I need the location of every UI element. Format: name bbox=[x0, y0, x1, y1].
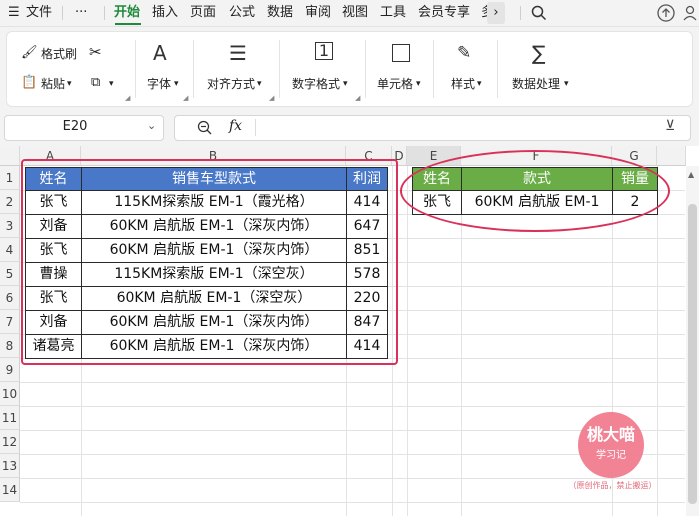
gridline bbox=[657, 166, 658, 516]
tab-data[interactable]: 数据 bbox=[267, 4, 293, 21]
ribbon-divider bbox=[279, 40, 280, 98]
gridline bbox=[20, 382, 685, 383]
zoom-icon[interactable] bbox=[197, 120, 213, 136]
gridline bbox=[407, 166, 408, 516]
row-header[interactable]: 8 bbox=[0, 334, 20, 358]
row-header[interactable]: 14 bbox=[0, 478, 20, 502]
gridline bbox=[20, 478, 685, 479]
formula-divider bbox=[255, 119, 256, 136]
user-icon[interactable] bbox=[683, 5, 697, 21]
row-header[interactable]: 12 bbox=[0, 430, 20, 454]
row-header[interactable]: 1 bbox=[0, 166, 20, 190]
paste-button[interactable]: 粘贴 bbox=[41, 77, 65, 91]
ribbon-divider bbox=[433, 40, 434, 98]
dialog-launcher-icon[interactable]: ◢ bbox=[125, 94, 130, 102]
format-painter-button[interactable]: 格式刷 bbox=[41, 47, 77, 61]
format-painter-icon[interactable]: 🖌 bbox=[21, 46, 38, 60]
sum-icon[interactable]: ∑ bbox=[532, 42, 545, 64]
align-icon[interactable]: ☰ bbox=[229, 42, 247, 64]
chevron-down-icon[interactable]: ▾ bbox=[564, 77, 569, 91]
menu-bar: ☰ 文件 ··· 开始 插入 页面 公式 数据 审阅 视图 工具 会员专享 多 … bbox=[0, 0, 699, 27]
align-button[interactable]: 对齐方式 bbox=[207, 77, 255, 91]
ribbon-panel: 🖌 格式刷 ✂ 📋 粘贴 ▾ ⧉ ▾ ◢ A 字体 ▾ ◢ ☰ 对齐方式 ▾ ◢… bbox=[6, 31, 693, 107]
chevron-down-icon[interactable]: ▾ bbox=[416, 77, 421, 91]
cut-icon[interactable]: ✂ bbox=[89, 45, 102, 60]
chevron-down-icon[interactable]: ▾ bbox=[343, 77, 348, 91]
row-header[interactable]: 9 bbox=[0, 358, 20, 382]
chevron-down-icon[interactable]: ▾ bbox=[109, 77, 114, 91]
expand-formula-icon[interactable]: ⊻ bbox=[665, 118, 675, 134]
tab-tools[interactable]: 工具 bbox=[380, 4, 406, 21]
menu-divider bbox=[520, 6, 521, 20]
paste-icon[interactable]: 📋 bbox=[21, 76, 37, 90]
tab-insert[interactable]: 插入 bbox=[152, 4, 178, 21]
formula-input[interactable]: fx ⊻ bbox=[174, 115, 691, 141]
scrollbar-thumb[interactable] bbox=[688, 204, 697, 504]
row-header[interactable]: 3 bbox=[0, 214, 20, 238]
scroll-up-icon[interactable]: ▲ bbox=[688, 170, 694, 179]
chevron-down-icon[interactable]: ▾ bbox=[477, 77, 482, 91]
number-format-icon[interactable]: 1 bbox=[315, 42, 333, 60]
dialog-launcher-icon[interactable]: ◢ bbox=[183, 94, 188, 102]
row-header[interactable]: 7 bbox=[0, 310, 20, 334]
active-tab-indicator bbox=[115, 23, 141, 25]
chevron-down-icon[interactable]: ⌄ bbox=[147, 119, 156, 132]
row-header[interactable]: 13 bbox=[0, 454, 20, 478]
ribbon-divider bbox=[135, 40, 136, 98]
dialog-launcher-icon[interactable]: ◢ bbox=[355, 94, 360, 102]
formula-bar: E20 ⌄ fx ⊻ bbox=[0, 108, 699, 146]
row-header[interactable]: 4 bbox=[0, 238, 20, 262]
style-button[interactable]: 样式 bbox=[451, 77, 475, 91]
copy-icon[interactable]: ⧉ bbox=[91, 76, 100, 90]
font-icon[interactable]: A bbox=[153, 42, 167, 64]
select-all-corner[interactable] bbox=[0, 146, 20, 166]
tab-review[interactable]: 审阅 bbox=[305, 4, 331, 21]
row-header[interactable]: 11 bbox=[0, 406, 20, 430]
tab-page[interactable]: 页面 bbox=[190, 4, 216, 21]
tab-member[interactable]: 会员专享 bbox=[418, 4, 470, 21]
cloud-upload-icon[interactable] bbox=[657, 4, 675, 22]
chevron-down-icon[interactable]: ▾ bbox=[174, 77, 179, 91]
function-icon[interactable]: fx bbox=[229, 118, 242, 134]
annotation-ellipse bbox=[400, 150, 670, 232]
vertical-scrollbar[interactable]: ▲ bbox=[686, 166, 699, 516]
column-header-h[interactable] bbox=[657, 146, 686, 166]
chevron-down-icon[interactable]: ▾ bbox=[67, 77, 72, 91]
style-icon[interactable]: ✎ bbox=[457, 42, 471, 64]
chevron-right-icon[interactable]: › bbox=[487, 2, 505, 24]
row-header[interactable]: 5 bbox=[0, 262, 20, 286]
data-processing-button[interactable]: 数据处理 bbox=[512, 77, 560, 91]
watermark-badge: 桃大喵 学习记 bbox=[578, 412, 644, 478]
ribbon-divider bbox=[193, 40, 194, 98]
number-format-button[interactable]: 数字格式 bbox=[292, 77, 340, 91]
name-box[interactable]: E20 ⌄ bbox=[4, 115, 164, 141]
font-button[interactable]: 字体 bbox=[147, 77, 171, 91]
tab-formula[interactable]: 公式 bbox=[229, 4, 255, 21]
menu-more[interactable]: ··· bbox=[75, 4, 87, 21]
row-header[interactable]: 2 bbox=[0, 190, 20, 214]
gridline bbox=[20, 406, 685, 407]
menu-file[interactable]: 文件 bbox=[26, 4, 52, 21]
ribbon: 🖌 格式刷 ✂ 📋 粘贴 ▾ ⧉ ▾ ◢ A 字体 ▾ ◢ ☰ 对齐方式 ▾ ◢… bbox=[0, 27, 699, 108]
menu-divider bbox=[104, 6, 105, 20]
gridline bbox=[20, 502, 685, 503]
name-box-value: E20 bbox=[62, 119, 88, 134]
cell-icon[interactable] bbox=[392, 44, 410, 62]
ribbon-divider bbox=[365, 40, 366, 98]
watermark-title: 桃大喵 bbox=[586, 425, 635, 444]
tab-view[interactable]: 视图 bbox=[342, 4, 368, 21]
search-icon[interactable] bbox=[531, 5, 547, 21]
menu-divider bbox=[62, 6, 63, 20]
row-header[interactable]: 6 bbox=[0, 286, 20, 310]
row-header[interactable]: 10 bbox=[0, 382, 20, 406]
cell-button[interactable]: 单元格 bbox=[377, 77, 413, 91]
watermark-subtitle: 学习记 bbox=[596, 450, 626, 461]
dialog-launcher-icon[interactable]: ◢ bbox=[269, 94, 274, 102]
file-icon[interactable]: ☰ bbox=[8, 4, 20, 21]
chevron-down-icon[interactable]: ▾ bbox=[257, 77, 262, 91]
watermark-caption: （原创作品，禁止搬运） bbox=[568, 481, 657, 490]
annotation-rectangle bbox=[21, 159, 398, 365]
tab-home[interactable]: 开始 bbox=[114, 4, 140, 21]
ribbon-divider bbox=[497, 40, 498, 98]
